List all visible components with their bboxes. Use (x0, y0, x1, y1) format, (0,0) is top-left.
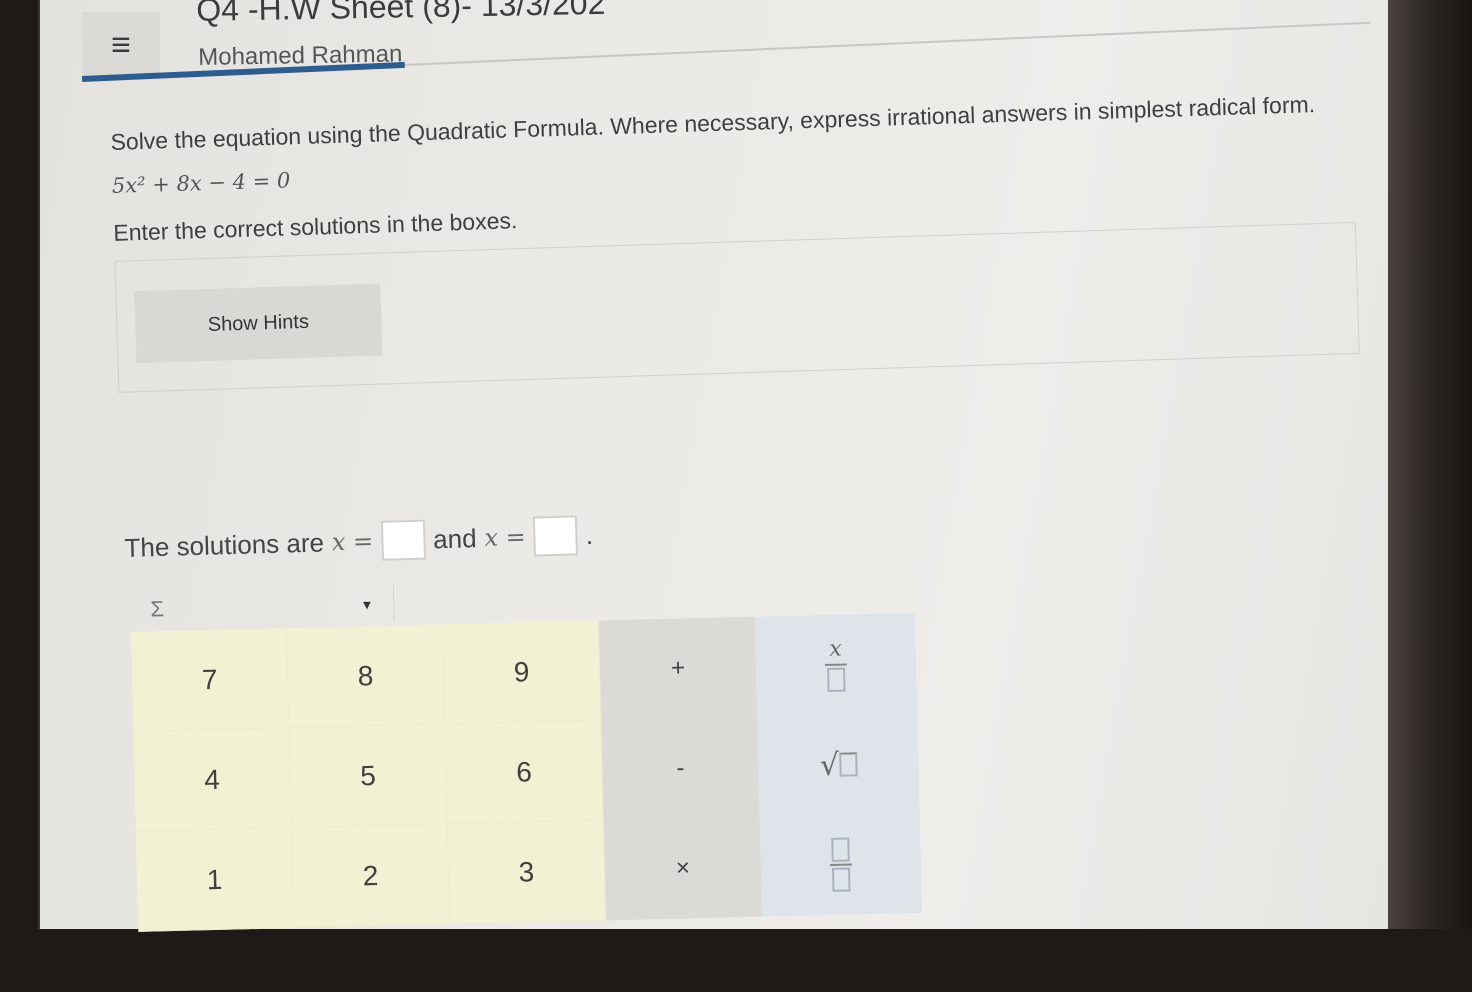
solutions-prefix: The solutions are (124, 526, 325, 563)
device-bezel (1388, 0, 1472, 929)
placeholder-box (831, 867, 851, 892)
fraction-bar (824, 663, 848, 667)
keypad-selector[interactable]: Σ ▼ (130, 585, 395, 628)
key-plus[interactable]: + (598, 616, 758, 721)
screen: ≡ Q4 -H.W Sheet (8)- 13/3/202 Mohamed Ra… (38, 0, 1390, 932)
placeholder-box (831, 837, 850, 862)
key-fraction[interactable] (759, 812, 923, 917)
fraction-numerator: x (829, 636, 843, 662)
sqrt-symbol: √ (819, 747, 840, 783)
key-6[interactable]: 6 (445, 720, 604, 825)
key-5[interactable]: 5 (289, 724, 448, 829)
key-square-root[interactable]: √ (757, 712, 920, 817)
keypad-grid: 7 8 9 + x 4 5 6 - √ 1 2 3 × (130, 612, 923, 932)
key-7[interactable]: 7 (130, 628, 290, 732)
sigma-icon: Σ (150, 596, 165, 622)
placeholder-box (827, 667, 846, 692)
key-2[interactable]: 2 (291, 824, 451, 929)
key-fraction-x[interactable]: x (754, 612, 918, 717)
placeholder-box (838, 752, 858, 777)
sheet-title: Q4 -H.W Sheet (8)- 13/3/202 (196, 0, 606, 28)
square-root-icon: √ (819, 747, 858, 783)
show-hints-button[interactable]: Show Hints (134, 283, 383, 364)
fraction-x-icon: x (824, 636, 848, 693)
x-equals-label-2: x = (484, 522, 527, 552)
answer-box-2[interactable] (533, 515, 579, 557)
key-8[interactable]: 8 (286, 624, 446, 729)
key-4[interactable]: 4 (133, 728, 292, 832)
and-label: and (432, 522, 477, 554)
hint-panel: Show Hints (114, 221, 1360, 393)
fraction-bar (829, 863, 852, 866)
key-3[interactable]: 3 (447, 820, 607, 925)
key-9[interactable]: 9 (442, 620, 602, 725)
x-equals-label-1: x = (331, 527, 374, 557)
key-minus[interactable]: - (601, 716, 760, 821)
period: . (585, 519, 594, 550)
key-1[interactable]: 1 (135, 828, 295, 932)
answer-box-1[interactable] (380, 519, 426, 561)
question-panel: Solve the equation using the Quadratic F… (108, 22, 1360, 393)
key-times[interactable]: × (603, 816, 763, 921)
solutions-line: The solutions are x = and x = . (124, 515, 594, 568)
chevron-down-icon: ▼ (360, 596, 374, 612)
fraction-icon (829, 837, 852, 892)
